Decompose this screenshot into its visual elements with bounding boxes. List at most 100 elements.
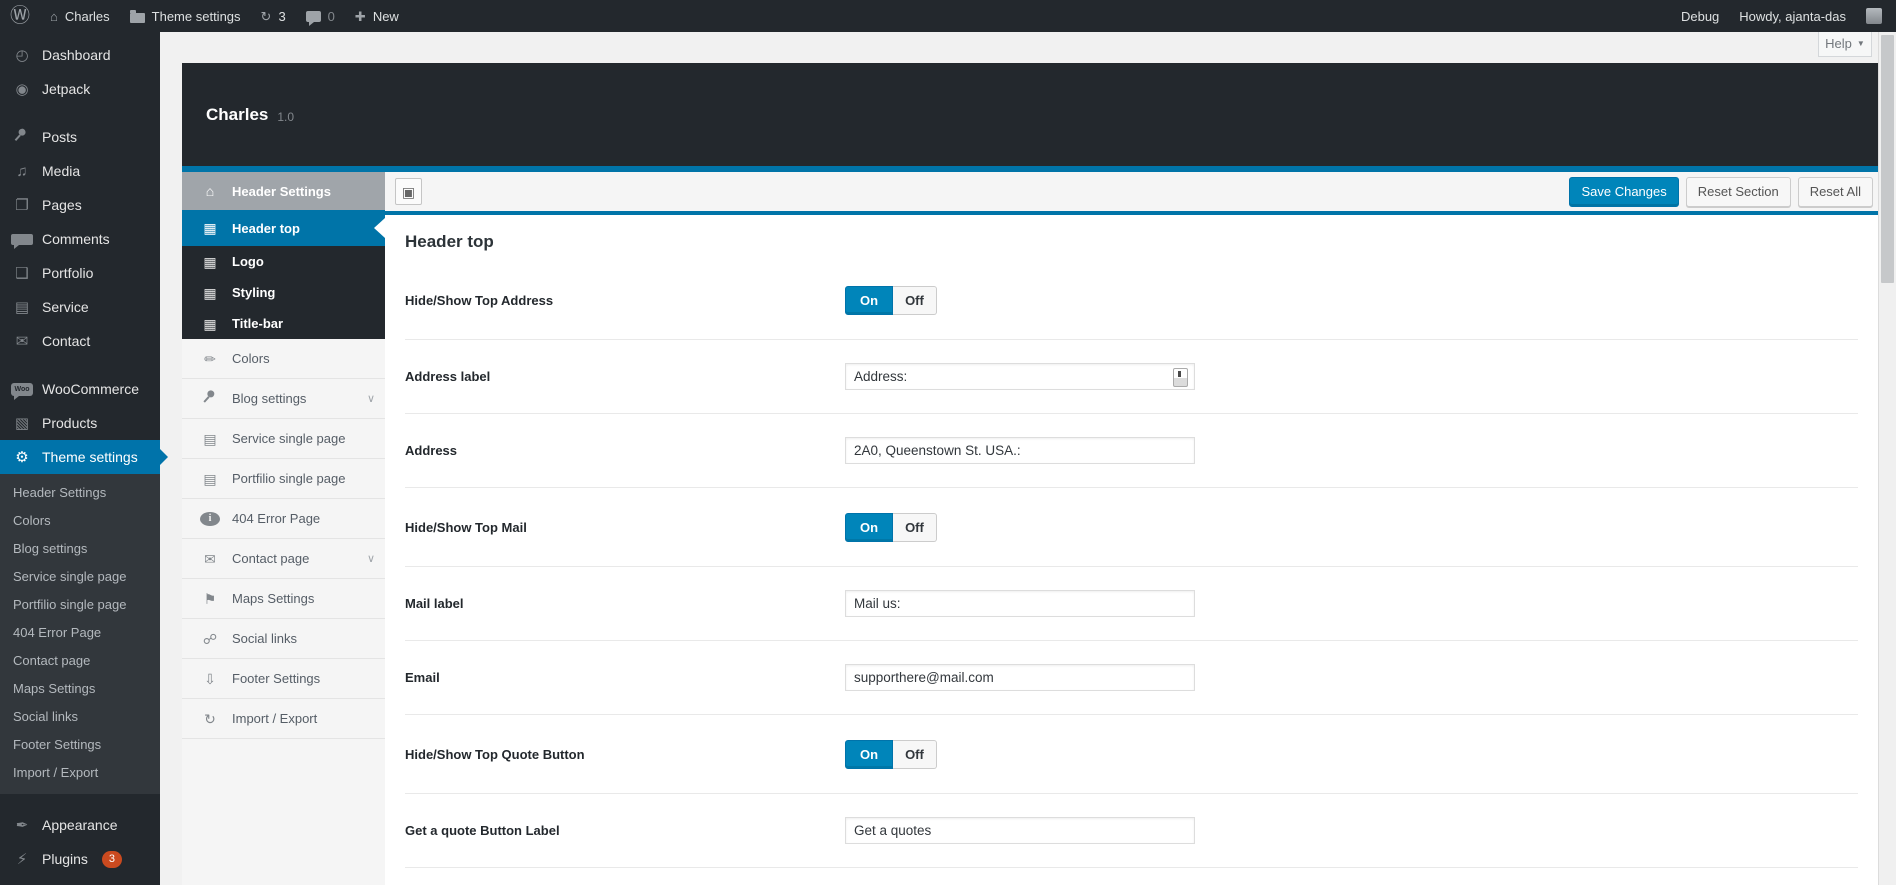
document-icon: ▤ [200,472,220,486]
appearance-icon: ✒ [11,818,33,833]
panel-tab-colors[interactable]: ✏Colors [182,339,385,379]
field-row: Mail label [405,567,1858,641]
sidebar-item-label: Contact [42,333,90,349]
submenu-item-blog-settings[interactable]: Blog settings [0,535,160,563]
toggle-off-button[interactable]: Off [893,286,937,315]
sidebar-item-dashboard[interactable]: ◴Dashboard [0,38,160,72]
sidebar-item-label: Theme settings [42,449,138,465]
admin-bar-item-user-avatar[interactable] [1856,0,1892,32]
chevron-down-icon: ▼ [1857,39,1865,48]
map-icon: ⚑ [200,592,220,606]
sidebar-item-service[interactable]: ▤Service [0,290,160,324]
theme-options-panel: Charles 1.0 ⌂Header Settings▦Header top▦… [182,63,1878,885]
reset-all-button[interactable]: Reset All [1798,177,1873,207]
panel-tab-social-links[interactable]: ☍Social links [182,619,385,659]
expand-options-button[interactable]: ▣ [395,178,422,205]
vertical-scrollbar[interactable] [1878,32,1896,885]
submenu-item-footer-settings[interactable]: Footer Settings [0,731,160,759]
submenu-item-service-single-page[interactable]: Service single page [0,563,160,591]
document-icon: ▤ [200,432,220,446]
field-control: OnOff [845,740,1858,769]
panel-tab-footer-settings[interactable]: ⇩Footer Settings [182,659,385,699]
toggle-on-button[interactable]: On [845,513,893,542]
toggle-off-button[interactable]: Off [893,740,937,769]
sidebar-item-products[interactable]: ▧Products [0,406,160,440]
input-get-a-quote-button-label[interactable] [845,817,1195,844]
sidebar-item-woocommerce[interactable]: WooCommerce [0,372,160,406]
sidebar-item-portfolio[interactable]: ❑Portfolio [0,256,160,290]
sidebar-item-posts[interactable]: Posts [0,120,160,154]
panel-tab-404-error-page[interactable]: 404 Error Page [182,499,385,539]
admin-bar-item-updates-count[interactable]: ↻3 [251,0,296,32]
submenu-item-maps-settings[interactable]: Maps Settings [0,675,160,703]
comments-icon [11,234,33,245]
panel-tab-contact-page[interactable]: ✉Contact page∨ [182,539,385,579]
menu-separator [0,358,160,372]
admin-bar-item-howdy[interactable]: Howdy, ajanta-das [1729,0,1856,32]
sidebar-item-plugins[interactable]: ⚡Plugins3 [0,842,160,876]
submenu-item-404-error-page[interactable]: 404 Error Page [0,619,160,647]
input-wrap [845,590,1195,617]
panel-tab-header-top[interactable]: ▦Header top [182,210,385,246]
panel-tab-styling[interactable]: ▦Styling [182,277,385,308]
home-icon: ⌂ [200,184,220,198]
panel-tab-header-settings[interactable]: ⌂Header Settings [182,172,385,210]
reset-section-button[interactable]: Reset Section [1686,177,1791,207]
scrollbar-thumb[interactable] [1881,35,1894,283]
toggle-on-button[interactable]: On [845,740,893,769]
admin-bar-item-wordpress-logo[interactable]: Ⓦ [0,0,40,32]
sidebar-item-label: Jetpack [42,81,90,97]
admin-bar-item-label: Charles [65,9,110,24]
sidebar-item-label: Service [42,299,89,315]
admin-bar-item-theme-settings-shortcut[interactable]: Theme settings [120,0,251,32]
sidebar-item-jetpack[interactable]: ◉Jetpack [0,72,160,106]
panel-toolbar: ▣ Save Changes Reset SectionReset All [385,172,1878,215]
submenu-item-contact-page[interactable]: Contact page [0,647,160,675]
panel-tab-blog-settings[interactable]: Blog settings∨ [182,379,385,419]
sidebar-item-appearance[interactable]: ✒Appearance [0,808,160,842]
text-addon-icon [1173,368,1188,387]
submenu-item-colors[interactable]: Colors [0,507,160,535]
save-changes-button[interactable]: Save Changes [1569,177,1678,207]
admin-bar-item-new-content[interactable]: ✚New [345,0,409,32]
input-mail-label[interactable] [845,590,1195,617]
pushpin-icon [9,124,35,150]
submenu-item-header-settings[interactable]: Header Settings [0,479,160,507]
sidebar-item-pages[interactable]: ❐Pages [0,188,160,222]
wordpress-logo: Ⓦ [10,6,30,26]
panel-tab-label: Import / Export [232,711,317,726]
panel-sidebar: ⌂Header Settings▦Header top▦Logo▦Styling… [182,172,385,885]
field-label: Address label [405,369,845,384]
panel-tab-import-export[interactable]: ↻Import / Export [182,699,385,739]
admin-bar-item-site-name[interactable]: ⌂Charles [40,0,120,32]
info-icon [200,512,220,526]
sidebar-item-contact[interactable]: ✉Contact [0,324,160,358]
toggle-off-button[interactable]: Off [893,513,937,542]
admin-bar-item-comments-count[interactable]: 0 [296,0,345,32]
admin-bar-item-debug[interactable]: Debug [1671,0,1729,32]
field-label: Email [405,670,845,685]
panel-tab-title-bar[interactable]: ▦Title-bar [182,308,385,339]
input-address-label[interactable] [845,363,1195,390]
help-tab[interactable]: Help ▼ [1818,31,1872,57]
toggle-on-button[interactable]: On [845,286,893,315]
panel-tab-logo[interactable]: ▦Logo [182,246,385,277]
chevron-down-icon: ∨ [367,552,375,565]
submenu-item-portfilio-single-page[interactable]: Portfilio single page [0,591,160,619]
sidebar-item-media[interactable]: ♫Media [0,154,160,188]
field-control: OnOff [845,286,1858,315]
products-icon: ▧ [11,416,33,431]
sidebar-item-comments[interactable]: Comments [0,222,160,256]
input-address[interactable] [845,437,1195,464]
panel-tab-maps-settings[interactable]: ⚑Maps Settings [182,579,385,619]
panel-body: ⌂Header Settings▦Header top▦Logo▦Styling… [182,172,1878,885]
panel-tab-portfilio-single-page[interactable]: ▤Portfilio single page [182,459,385,499]
submenu-item-import-export[interactable]: Import / Export [0,759,160,787]
panel-tab-service-single-page[interactable]: ▤Service single page [182,419,385,459]
admin-bar-item-label: Debug [1681,9,1719,24]
download-icon: ⇩ [200,672,220,686]
submenu-item-social-links[interactable]: Social links [0,703,160,731]
brush-icon: ✏ [200,352,220,366]
input-email[interactable] [845,664,1195,691]
sidebar-item-theme-settings[interactable]: ⚙Theme settings [0,440,160,474]
